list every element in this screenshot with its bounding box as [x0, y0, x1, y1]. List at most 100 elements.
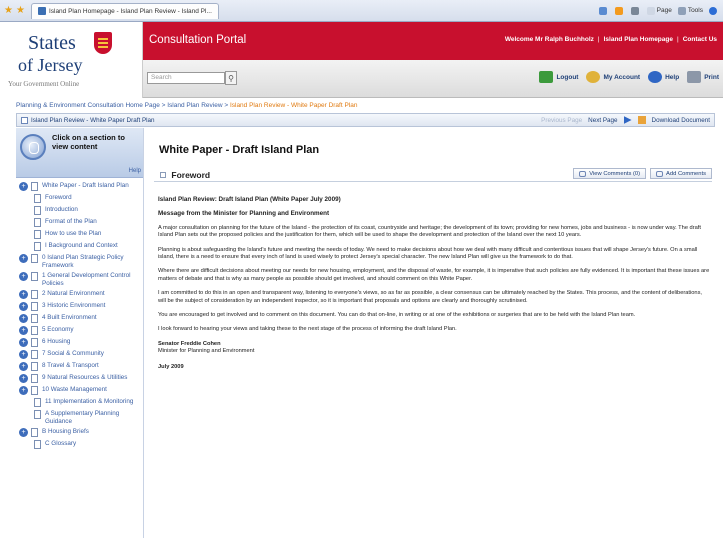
expand-icon[interactable]: + — [19, 254, 28, 263]
breadcrumb: Planning & Environment Consultation Home… — [16, 102, 357, 109]
help-browser-icon[interactable] — [709, 6, 719, 15]
sidebar-item-label: 8 Travel & Transport — [42, 362, 99, 369]
breadcrumb-home-link[interactable]: Planning & Environment Consultation Home… — [16, 102, 160, 109]
sidebar-item[interactable]: +7 Social & Community — [16, 350, 143, 359]
document-icon — [21, 116, 28, 124]
next-page-button[interactable]: Next Page — [588, 117, 617, 124]
sidebar-help-link[interactable]: Help — [129, 168, 141, 174]
expand-icon[interactable]: + — [19, 272, 28, 281]
tools-menu[interactable]: Tools — [677, 6, 703, 15]
sidebar-item[interactable]: C Glossary — [16, 440, 143, 449]
sidebar-item[interactable]: Foreword — [16, 194, 143, 203]
page-icon — [31, 350, 38, 359]
add-comments-button[interactable]: Add Comments — [650, 168, 712, 179]
favorites-star-icon[interactable]: ★ — [4, 5, 13, 16]
page-icon — [34, 206, 41, 215]
sidebar-item[interactable]: +6 Housing — [16, 338, 143, 347]
states-of-jersey-logo[interactable]: States of Jersey Your Government Online — [0, 22, 143, 98]
breadcrumb-island-plan-link[interactable]: Island Plan Review — [167, 102, 222, 109]
sidebar-item[interactable]: Introduction — [16, 206, 143, 215]
expand-icon[interactable]: + — [19, 374, 28, 383]
sidebar-heading: Click on a section to view content — [52, 133, 125, 151]
sidebar-item[interactable]: +2 Natural Environment — [16, 290, 143, 299]
expand-icon[interactable]: + — [19, 302, 28, 311]
sidebar-item[interactable]: +4 Built Environment — [16, 314, 143, 323]
page-icon — [31, 182, 38, 191]
page-icon — [34, 242, 41, 251]
expand-icon[interactable]: + — [19, 386, 28, 395]
sidebar-item[interactable]: +1 General Development Control Policies — [16, 272, 143, 287]
comment-buttons: View Comments (0) Add Comments — [573, 168, 712, 179]
expand-icon[interactable]: + — [19, 314, 28, 323]
header-tools-band: Search ⚲ Logout My Account Help Print — [143, 60, 723, 98]
section-list: + White Paper - Draft Island Plan Foreword… — [16, 182, 143, 452]
browser-tab-title: Island Plan Homepage - Island Plan Revie… — [48, 7, 212, 15]
island-plan-homepage-link[interactable]: Island Plan Homepage — [604, 36, 673, 43]
page-icon — [31, 272, 38, 281]
comment-icon — [579, 170, 587, 177]
header-red-band: Consultation Portal Welcome Mr Ralph Buc… — [143, 22, 723, 60]
page-menu[interactable]: Page — [646, 6, 672, 15]
section-title[interactable]: Foreword — [160, 170, 210, 180]
download-icon[interactable] — [637, 116, 646, 124]
portal-title: Consultation Portal — [149, 34, 247, 46]
add-favorite-icon[interactable]: ★ — [16, 5, 25, 16]
expand-icon[interactable]: + — [19, 362, 28, 371]
sidebar-item-label: White Paper - Draft Island Plan — [42, 182, 129, 189]
sidebar-item[interactable]: + B Housing Briefs — [16, 428, 143, 437]
sidebar-item-label: 0 Island Plan Strategic Policy Framework — [42, 254, 124, 269]
sidebar-item[interactable]: +0 Island Plan Strategic Policy Framewor… — [16, 254, 143, 269]
sidebar-item-label: How to use the Plan — [45, 230, 102, 237]
sidebar-item[interactable]: +9 Natural Resources & Utilities — [16, 374, 143, 383]
view-comments-button[interactable]: View Comments (0) — [573, 168, 647, 179]
sidebar-item[interactable]: How to use the Plan — [16, 230, 143, 239]
logout-button[interactable]: Logout — [539, 71, 578, 83]
collapse-icon[interactable] — [160, 172, 166, 178]
browser-tab[interactable]: Island Plan Homepage - Island Plan Revie… — [30, 2, 219, 19]
download-document-button[interactable]: Download Document — [652, 117, 710, 124]
previous-page-button[interactable]: Previous Page — [541, 117, 582, 124]
page-icon — [31, 254, 38, 263]
expand-icon[interactable]: + — [19, 338, 28, 347]
sidebar-item[interactable]: I Background and Context — [16, 242, 143, 251]
print-button[interactable]: Print — [687, 71, 719, 83]
next-arrow-icon[interactable] — [623, 116, 632, 124]
sidebar-item[interactable]: +3 Historic Environment — [16, 302, 143, 311]
home-icon[interactable] — [598, 6, 609, 15]
expand-icon[interactable]: + — [19, 290, 28, 299]
sidebar-item[interactable]: +8 Travel & Transport — [16, 362, 143, 371]
sidebar-item-label: 10 Waste Management — [42, 386, 107, 393]
document-paragraph: You are encouraged to get involved and t… — [158, 312, 636, 319]
page-icon — [34, 194, 41, 203]
search-button[interactable]: ⚲ — [225, 71, 237, 85]
sidebar-item[interactable]: +5 Economy — [16, 326, 143, 335]
expand-icon[interactable]: + — [19, 350, 28, 359]
feeds-icon[interactable] — [614, 6, 625, 15]
document-navigation: Previous Page Next Page Download Documen… — [541, 116, 710, 124]
expand-icon[interactable]: + — [19, 182, 28, 191]
browser-tools: Page Tools — [598, 6, 719, 15]
print-browser-icon[interactable] — [630, 6, 641, 15]
site-header: States of Jersey Your Government Online … — [0, 22, 723, 98]
expand-icon[interactable]: + — [19, 428, 28, 437]
my-account-button[interactable]: My Account — [586, 71, 640, 83]
sidebar-item[interactable]: + White Paper - Draft Island Plan — [16, 182, 143, 191]
page-icon — [31, 428, 38, 437]
signature-role: Minister for Planning and Environment — [158, 348, 255, 355]
sidebar-item-label: 7 Social & Community — [42, 350, 104, 357]
help-button[interactable]: Help — [648, 71, 679, 83]
contact-us-link[interactable]: Contact Us — [683, 36, 717, 43]
document-body: Island Plan Review: Draft Island Plan (W… — [158, 196, 710, 371]
search-input[interactable]: Search — [147, 72, 225, 84]
sidebar-item[interactable]: +10 Waste Management — [16, 386, 143, 395]
sidebar-item[interactable]: A Supplementary Planning Guidance — [16, 410, 143, 425]
document-paragraph: A major consultation on planning for the… — [158, 224, 701, 239]
page-icon — [31, 386, 38, 395]
navigation-disc-icon — [20, 134, 46, 160]
sidebar-item[interactable]: 11 Implementation & Monitoring — [16, 398, 143, 407]
sidebar-item-label: 2 Natural Environment — [42, 290, 105, 297]
key-icon — [586, 71, 601, 83]
expand-icon[interactable]: + — [19, 326, 28, 335]
document-paragraph: I look forward to hearing your views and… — [158, 326, 457, 333]
sidebar-item[interactable]: Format of the Plan — [16, 218, 143, 227]
